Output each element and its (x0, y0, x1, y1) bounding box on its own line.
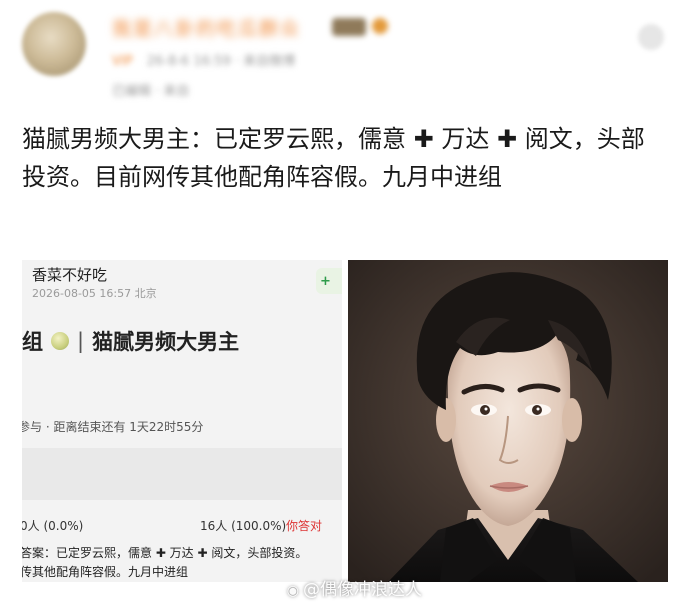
post-meta: VIP 26-8-6 16:59 · 来自微博 (112, 50, 295, 69)
more-options-button[interactable] (638, 24, 664, 50)
portrait-photo (348, 260, 668, 582)
title-separator: | (77, 329, 85, 353)
post-header: 我是八卦的吃瓜群众 VIP 26-8-6 16:59 · 来自微博 已编辑 · … (0, 0, 690, 110)
melon-icon (51, 332, 69, 350)
title-prefix: 组 (22, 330, 43, 354)
post-text: 猫腻男频大男主：已定罗云熙，儒意 ✚ 万达 ✚ 阅文，头部投资。目前网传其他配角… (22, 125, 645, 191)
heart-icon (372, 18, 388, 34)
vote-result-a: 0人 (0.0%) (22, 519, 84, 533)
avatar[interactable] (22, 12, 86, 76)
screenshot-username: 香菜不好吃 (32, 266, 108, 284)
screenshot-time: 2026-08-05 16:57 北京 (32, 287, 157, 300)
vote-info: 参与 · 距离结束还有 1天22时55分 (22, 420, 204, 434)
vote-bar (22, 448, 342, 500)
title-main: 猫腻男频大男主 (92, 330, 240, 354)
post-image-portrait[interactable] (348, 260, 668, 582)
follow-button: + (316, 268, 342, 294)
post-image-screenshot[interactable]: 香菜不好吃 2026-08-05 16:57 北京 + 组 | 猫腻男频大男主 … (22, 260, 342, 582)
guess-label: 你答对 (286, 519, 323, 533)
screenshot-title: 组 | 猫腻男频大男主 (22, 326, 239, 356)
badge-icon (332, 18, 366, 36)
weibo-icon: ◉ (286, 583, 299, 599)
vote-result-b: 16人 (100.0%) (200, 519, 287, 533)
watermark-text: @偶像冲浪达人 (303, 580, 422, 600)
watermark: ◉ @偶像冲浪达人 (287, 575, 422, 600)
post-meta-secondary: 已编辑 · 来自 (112, 84, 190, 99)
answer-line-1: 答案：已定罗云熙，儒意 ✚ 万达 ✚ 阅文，头部投资。 (22, 546, 308, 560)
post-time: 26-8-6 16:59 · 来自微博 (146, 54, 296, 69)
username[interactable]: 我是八卦的吃瓜群众 (112, 14, 301, 41)
vip-tag: VIP (112, 54, 133, 69)
user-badges (332, 18, 388, 36)
